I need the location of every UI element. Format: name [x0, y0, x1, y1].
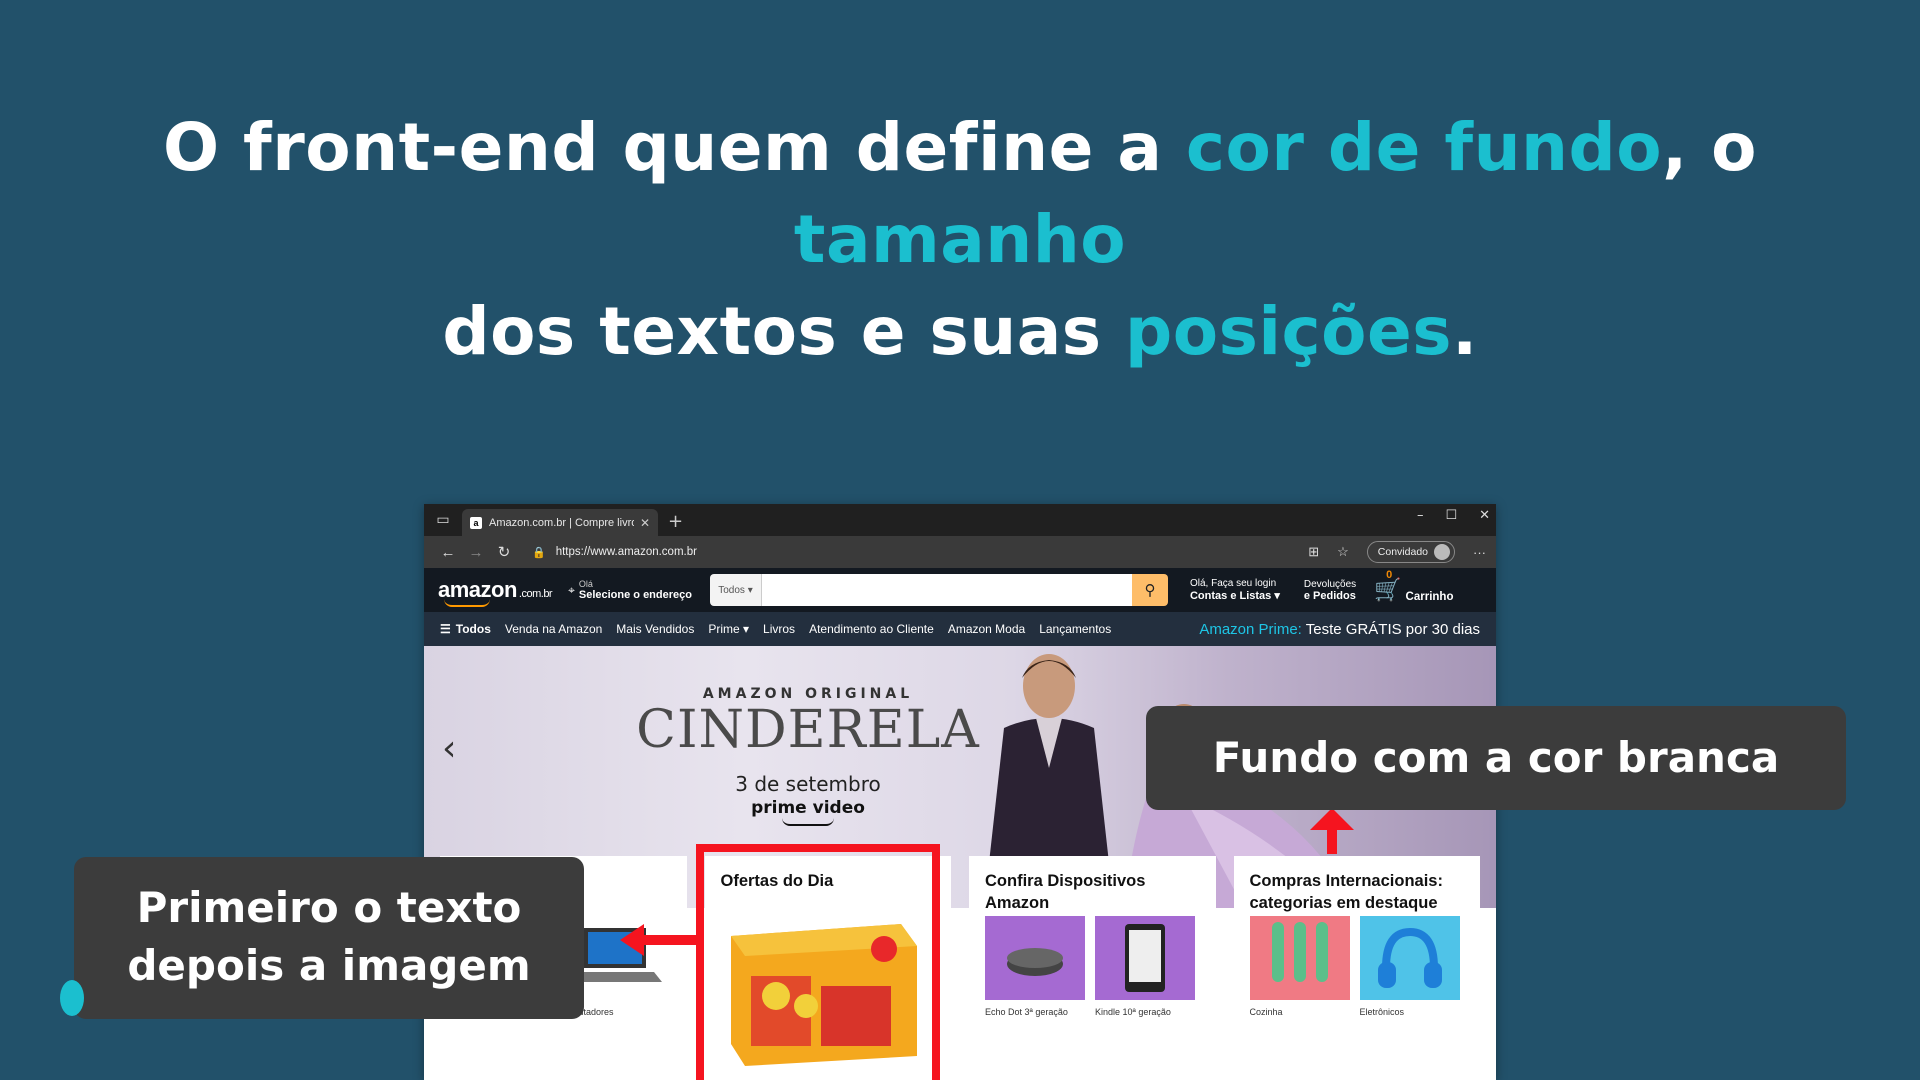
annotation-white-background: Fundo com a cor branca: [1146, 706, 1846, 810]
returns-orders[interactable]: Devoluções e Pedidos: [1304, 579, 1356, 602]
nav-all-button[interactable]: ☰ Todos: [440, 622, 491, 636]
highlight-size: tamanho: [793, 201, 1127, 278]
tab-title: Amazon.com.br | Compre livros,: [489, 516, 634, 529]
tab-bar: ▭ a Amazon.com.br | Compre livros, ✕ + –…: [424, 504, 1496, 536]
new-tab-icon[interactable]: +: [668, 511, 683, 532]
nav-item-prime[interactable]: Prime ▾: [708, 622, 749, 636]
avatar: [1434, 544, 1450, 560]
decorative-dot: [60, 980, 84, 1016]
search-category-select[interactable]: Todos ▾: [709, 574, 762, 606]
favorites-icon[interactable]: ☆: [1337, 544, 1349, 560]
lock-icon: 🔒: [532, 546, 546, 559]
search-bar: Todos ▾ ⚲: [709, 574, 1168, 606]
search-input[interactable]: [761, 574, 1132, 606]
more-icon[interactable]: ···: [1473, 545, 1486, 560]
account-lists[interactable]: Olá, Faça seu login Contas e Listas ▾: [1190, 578, 1280, 602]
card-amazon-devices[interactable]: Confira Dispositivos Amazon Echo Dot 3ª …: [969, 856, 1216, 1080]
amazon-favicon-icon: a: [470, 516, 482, 529]
card-item[interactable]: Eletrônicos: [1359, 916, 1460, 1017]
close-window-icon[interactable]: ✕: [1479, 508, 1490, 523]
tab-amazon[interactable]: a Amazon.com.br | Compre livros, ✕: [462, 509, 658, 536]
kindle-image: [1095, 916, 1195, 1000]
card-row: ia mputadores Ofertas do Dia: [440, 856, 1480, 1080]
card-item[interactable]: Echo Dot 3ª geração: [985, 916, 1085, 1017]
amazon-header: amazon .com.br ⌖ Olá Selecione o endereço …: [424, 568, 1496, 612]
tab-actions-icon[interactable]: ▭: [424, 504, 462, 536]
address-bar: ← → ↻ 🔒 https://www.amazon.com.br ⊞ ☆ Co…: [424, 536, 1496, 568]
minimize-icon[interactable]: –: [1417, 508, 1424, 523]
window-controls: – ☐ ✕: [1417, 508, 1490, 523]
highlight-positions: posições: [1125, 293, 1453, 370]
headline-line-2: dos textos e suas posições.: [442, 293, 1478, 370]
nav-item[interactable]: Mais Vendidos: [616, 622, 694, 636]
cart-button[interactable]: 🛒 0 Carrinho: [1374, 569, 1453, 603]
prime-promo-link[interactable]: Amazon Prime: Teste GRÁTIS por 30 dias: [1199, 621, 1480, 638]
amazon-nav: ☰ Todos Venda na Amazon Mais Vendidos Pri…: [424, 612, 1496, 646]
back-icon[interactable]: ←: [434, 544, 462, 561]
kitchen-utensils-image: [1249, 916, 1350, 1000]
search-icon: ⚲: [1144, 582, 1156, 599]
nav-item[interactable]: Amazon Moda: [948, 622, 1025, 636]
nav-item[interactable]: Livros: [763, 622, 795, 636]
profile-button[interactable]: Convidado: [1366, 541, 1455, 563]
forward-icon[interactable]: →: [462, 544, 490, 561]
card-item[interactable]: Kindle 10ª geração: [1095, 916, 1195, 1017]
card-international[interactable]: Compras Internacionais: categorias em de…: [1233, 856, 1480, 1080]
url-field[interactable]: 🔒 https://www.amazon.com.br: [532, 546, 1308, 559]
deliver-to[interactable]: ⌖ Olá Selecione o endereço: [568, 579, 692, 601]
apps-icon[interactable]: ⊞: [1308, 544, 1319, 560]
hero-title: CINDERELA: [636, 700, 980, 760]
highlight-background-color: cor de fundo: [1185, 109, 1663, 186]
prime-video-smile-icon: [782, 818, 834, 826]
highlight-frame: [696, 844, 940, 1080]
slide-headline: O front-end quem define a cor de fundo, …: [0, 102, 1920, 378]
red-arrow-up-icon: [1310, 808, 1354, 854]
hamburger-icon: ☰: [440, 622, 451, 636]
maximize-icon[interactable]: ☐: [1445, 508, 1457, 523]
close-tab-icon[interactable]: ✕: [640, 516, 650, 530]
hero-date: 3 de setembro: [735, 772, 881, 796]
cart-icon: 🛒 0: [1374, 569, 1402, 602]
search-button[interactable]: ⚲: [1131, 574, 1168, 606]
red-arrow-left-icon: [620, 924, 698, 956]
echo-dot-image: [985, 916, 1085, 1000]
amazon-logo[interactable]: amazon .com.br: [438, 577, 553, 607]
carousel-prev-icon[interactable]: ‹: [442, 728, 456, 769]
nav-item[interactable]: Lançamentos: [1039, 622, 1111, 636]
headphones-image: [1359, 916, 1460, 1000]
nav-item[interactable]: Atendimento ao Cliente: [809, 622, 934, 636]
logo-smile-icon: [444, 599, 490, 607]
card-item[interactable]: Cozinha: [1249, 916, 1350, 1017]
annotation-text-first: Primeiro o texto depois a imagem: [74, 857, 584, 1019]
location-pin-icon: ⌖: [568, 582, 575, 597]
prime-video-logo: prime video: [751, 798, 865, 818]
address-bar-actions: ⊞ ☆ Convidado ···: [1308, 541, 1486, 563]
headline-line-1: O front-end quem define a cor de fundo, …: [162, 109, 1758, 278]
nav-item[interactable]: Venda na Amazon: [505, 622, 602, 636]
cart-count: 0: [1386, 569, 1393, 581]
refresh-icon[interactable]: ↻: [490, 543, 518, 561]
